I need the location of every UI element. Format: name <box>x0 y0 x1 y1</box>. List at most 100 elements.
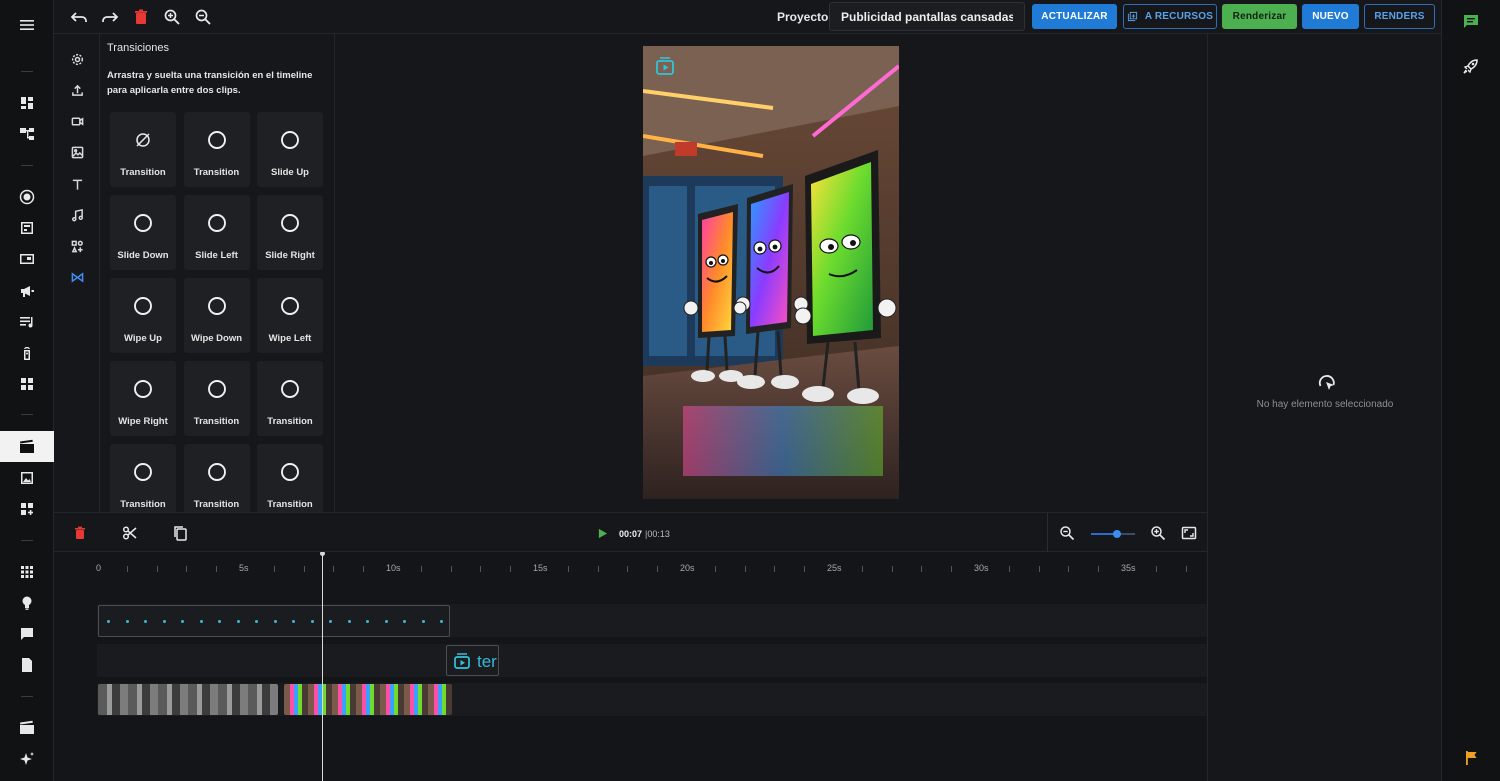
video-icon[interactable] <box>67 111 87 131</box>
ruler-tick <box>1156 566 1158 572</box>
transitions-icon[interactable] <box>67 267 87 287</box>
video-editor-icon[interactable] <box>0 431 54 462</box>
template-icon[interactable] <box>0 212 54 243</box>
image-icon[interactable] <box>67 142 87 162</box>
remote-control-icon[interactable] <box>0 337 54 368</box>
zoom-slider-thumb[interactable] <box>1113 530 1121 538</box>
tree-structure-icon[interactable] <box>0 118 54 149</box>
transition-tile[interactable]: Wipe Up <box>110 278 176 353</box>
image-icon[interactable] <box>0 462 54 493</box>
transition-tile[interactable]: Wipe Right <box>110 361 176 436</box>
music-icon[interactable] <box>67 205 87 225</box>
circle-icon <box>121 372 165 406</box>
playlist-icon[interactable] <box>0 306 54 337</box>
ruler-tick <box>480 566 482 572</box>
rail-divider <box>21 540 33 541</box>
video-clip-grayscale[interactable] <box>98 684 278 715</box>
render-button[interactable]: Renderizar <box>1222 4 1297 29</box>
ruler-tick <box>1185 566 1187 572</box>
upload-icon[interactable] <box>67 80 87 100</box>
transition-tile[interactable]: Transition <box>183 361 250 436</box>
clapperboard-icon[interactable] <box>0 712 54 743</box>
comments-icon[interactable] <box>1462 13 1480 31</box>
to-resources-button[interactable]: A RECURSOS <box>1123 4 1217 29</box>
delete-icon[interactable] <box>131 7 151 27</box>
timeline-delete-icon[interactable] <box>71 524 89 542</box>
hamburger-menu-icon[interactable] <box>0 9 54 40</box>
zoom-in-icon[interactable] <box>162 7 182 27</box>
audio-clip[interactable] <box>98 605 450 637</box>
ruler-tick <box>450 566 452 572</box>
project-name-input[interactable] <box>829 2 1025 31</box>
timeline-zoom-in-icon[interactable] <box>1149 524 1167 542</box>
transition-tile[interactable]: Transition <box>183 112 250 187</box>
lightbulb-icon[interactable] <box>0 587 54 618</box>
elements-icon[interactable] <box>67 236 87 256</box>
transition-tile[interactable]: Transition <box>257 444 323 512</box>
add-widget-icon[interactable] <box>0 493 54 524</box>
picture-in-picture-icon[interactable] <box>0 243 54 274</box>
redo-icon[interactable] <box>100 7 120 27</box>
waveform-dot <box>236 620 240 623</box>
play-icon[interactable] <box>595 524 609 542</box>
transition-tile[interactable]: Slide Left <box>183 195 250 270</box>
text-clip[interactable]: ter <box>446 645 499 676</box>
panel-description: Arrastra y suelta una transición en el t… <box>107 70 313 96</box>
transition-tile[interactable]: Transition <box>257 361 323 436</box>
chat-icon[interactable] <box>0 618 54 649</box>
transition-tile[interactable]: Wipe Left <box>257 278 323 353</box>
transition-tile[interactable]: Wipe Down <box>183 278 250 353</box>
ruler-tick <box>421 566 423 572</box>
undo-icon[interactable] <box>69 7 89 27</box>
record-icon[interactable] <box>0 181 54 212</box>
zoom-out-icon[interactable] <box>193 7 213 27</box>
waveform-dot <box>310 620 314 623</box>
new-button[interactable]: NUEVO <box>1302 4 1359 29</box>
duplicate-icon[interactable] <box>171 524 189 542</box>
ruler-tick <box>303 566 305 572</box>
megaphone-icon[interactable] <box>0 275 54 306</box>
apps-grid-icon[interactable] <box>0 556 54 587</box>
document-icon[interactable] <box>0 649 54 680</box>
rocket-icon[interactable] <box>1462 57 1480 75</box>
flag-icon[interactable] <box>1462 749 1480 767</box>
transitions-panel: Transiciones Arrastra y suelta una trans… <box>100 34 335 512</box>
video-clip-color[interactable] <box>284 684 452 715</box>
transition-tile[interactable]: Transition <box>183 444 250 512</box>
video-preview-canvas[interactable] <box>643 46 899 499</box>
fit-to-screen-icon[interactable] <box>1180 524 1198 542</box>
widgets-icon[interactable] <box>0 368 54 399</box>
circle-icon <box>268 289 312 323</box>
renders-button[interactable]: RENDERS <box>1364 4 1435 29</box>
waveform-dot <box>218 620 221 623</box>
ruler-tick <box>274 566 276 572</box>
waveform-dot <box>440 620 443 623</box>
to-resources-label: A RECURSOS <box>1144 11 1214 22</box>
settings-icon[interactable] <box>67 49 87 69</box>
waveform-dot <box>199 620 203 623</box>
preview-frame-illustration <box>643 46 899 499</box>
dashboard-icon[interactable] <box>0 87 54 118</box>
ruler-tick <box>1097 566 1099 572</box>
playhead-handle[interactable] <box>320 552 325 556</box>
transition-tile[interactable]: Slide Right <box>257 195 323 270</box>
transition-tile[interactable]: Slide Down <box>110 195 176 270</box>
ruler-label: 15s <box>533 563 548 573</box>
left-nav-rail <box>0 0 54 781</box>
text-icon[interactable] <box>67 174 87 194</box>
transition-tile[interactable]: Transition <box>110 112 176 187</box>
waveform-dot <box>273 620 277 623</box>
ruler-tick <box>597 566 599 572</box>
waveform-dot <box>255 620 258 623</box>
transition-label: Slide Down <box>117 250 169 261</box>
ruler-tick <box>1068 566 1070 572</box>
ruler-tick <box>774 566 776 572</box>
transition-tile[interactable]: Slide Up <box>257 112 323 187</box>
scissors-icon[interactable] <box>121 524 139 542</box>
timeline-zoom-out-icon[interactable] <box>1058 524 1076 542</box>
ruler-label: 5s <box>239 563 249 573</box>
playhead[interactable] <box>322 552 323 781</box>
ai-sparkle-icon[interactable] <box>0 743 54 774</box>
update-button[interactable]: ACTUALIZAR <box>1032 4 1117 29</box>
transition-tile[interactable]: Transition <box>110 444 176 512</box>
